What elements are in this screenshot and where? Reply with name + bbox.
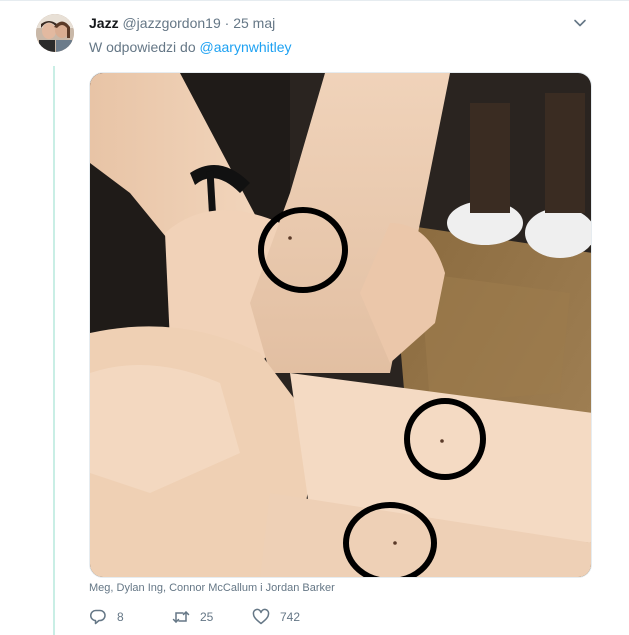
reply-count: 8 xyxy=(117,610,124,624)
reply-prefix: W odpowiedzi do xyxy=(89,39,196,55)
reply-handle-link[interactable]: @aarynwhitley xyxy=(200,39,292,55)
author-name[interactable]: Jazz xyxy=(89,15,119,31)
heart-icon xyxy=(252,608,270,625)
avatar-image xyxy=(36,14,74,52)
author-handle[interactable]: @jazzgordon19 xyxy=(122,15,220,31)
tweet-photo[interactable] xyxy=(89,72,592,578)
tweet-header: Jazz @jazzgordon19 · 25 maj xyxy=(89,15,275,31)
divider xyxy=(0,0,629,1)
retweet-button[interactable]: 25 xyxy=(172,608,213,626)
reply-context: W odpowiedzi do @aarynwhitley xyxy=(89,39,292,55)
like-count: 742 xyxy=(280,610,301,624)
chevron-down-icon[interactable] xyxy=(573,16,587,30)
photo-tags[interactable]: Meg, Dylan Ing, Connor McCallum i Jordan… xyxy=(89,582,335,594)
avatar[interactable] xyxy=(36,14,74,52)
tweet-date[interactable]: 25 maj xyxy=(233,15,275,31)
photo-image xyxy=(90,73,591,577)
like-button[interactable]: 742 xyxy=(252,608,300,626)
reply-button[interactable]: 8 xyxy=(89,608,124,626)
reply-icon xyxy=(90,609,106,625)
retweet-icon xyxy=(172,611,190,623)
separator: · xyxy=(224,15,230,31)
retweet-count: 25 xyxy=(200,610,214,624)
tweet[interactable]: Jazz @jazzgordon19 · 25 maj W odpowiedzi… xyxy=(0,0,629,635)
thread-line xyxy=(53,66,55,635)
